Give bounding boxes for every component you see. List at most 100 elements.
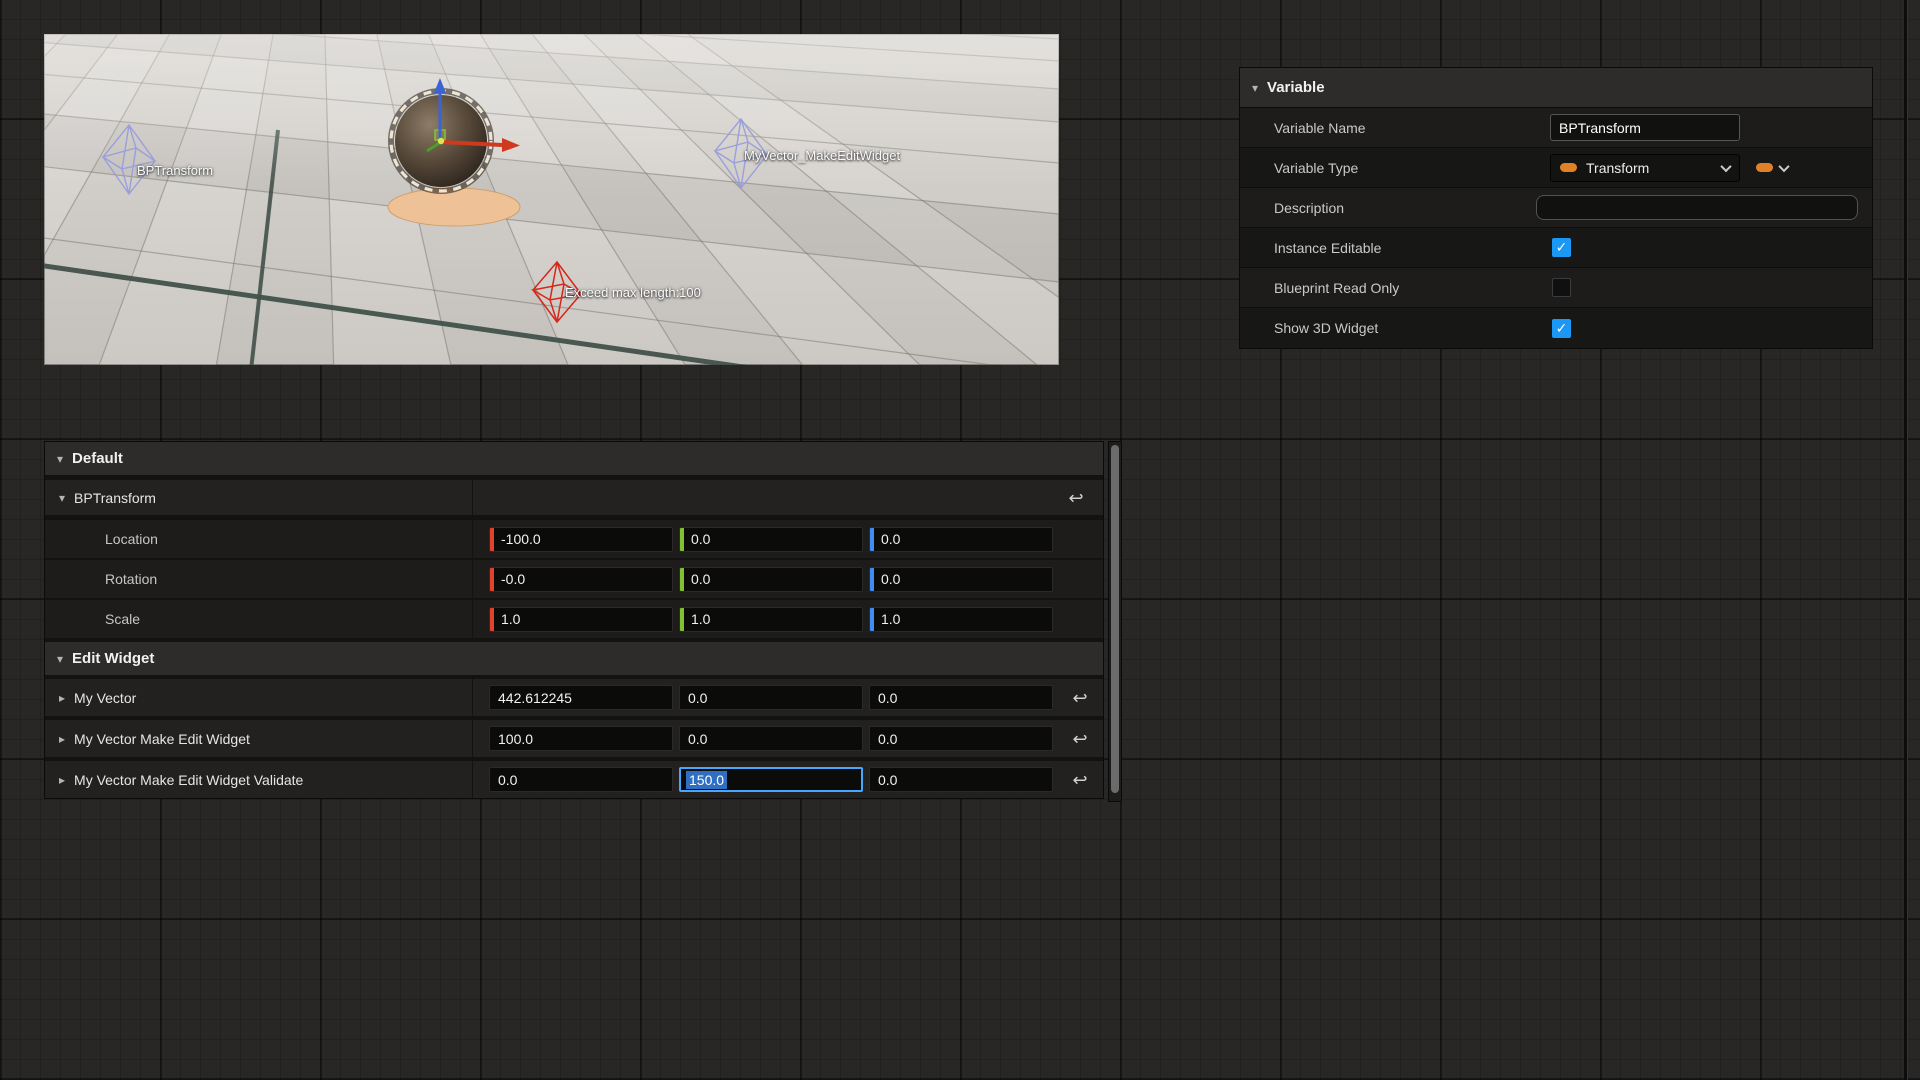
rotation-x-input[interactable]: -0.0 bbox=[489, 567, 673, 592]
location-z-value: 0.0 bbox=[881, 531, 900, 547]
variable-category-title: Variable bbox=[1267, 79, 1325, 96]
my-vector-row: ▸ My Vector 442.612245 0.0 0.0 ↩ bbox=[45, 679, 1103, 716]
exceed-max-length-label: Exceed max length:100 bbox=[565, 285, 701, 300]
chevron-down-icon bbox=[1720, 160, 1731, 171]
location-x-value: -100.0 bbox=[501, 531, 541, 547]
gizmo-center-dot bbox=[438, 138, 444, 144]
scale-y-input[interactable]: 1.0 bbox=[679, 607, 863, 632]
description-input[interactable] bbox=[1536, 195, 1858, 220]
myvector-3d-label: MyVector_MakeEditWidget bbox=[744, 148, 900, 163]
transform-type-pill-icon bbox=[1560, 163, 1577, 172]
scale-x-input[interactable]: 1.0 bbox=[489, 607, 673, 632]
location-row: Location -100.0 0.0 0.0 bbox=[45, 520, 1103, 558]
variable-name-label: Variable Name bbox=[1240, 120, 1550, 136]
my-vector-y-input[interactable]: 0.0 bbox=[679, 685, 863, 710]
expand-arrow-icon[interactable]: ▾ bbox=[59, 492, 65, 504]
instance-editable-checkbox[interactable]: ✓ bbox=[1552, 238, 1571, 257]
mvmew-z-input[interactable]: 0.0 bbox=[869, 726, 1053, 751]
bptransform-3d-label: BPTransform bbox=[137, 163, 213, 178]
axis-y-strip bbox=[680, 608, 684, 631]
variable-type-dropdown[interactable]: Transform bbox=[1550, 154, 1740, 182]
my-vector-make-edit-widget-row: ▸ My Vector Make Edit Widget 100.0 0.0 0… bbox=[45, 720, 1103, 757]
my-vector-label: My Vector bbox=[74, 690, 136, 706]
default-category-header[interactable]: ▾ Default bbox=[45, 442, 1103, 475]
collapse-arrow-icon: ▾ bbox=[57, 453, 63, 465]
scale-z-input[interactable]: 1.0 bbox=[869, 607, 1053, 632]
variable-name-value: BPTransform bbox=[1559, 120, 1641, 136]
rotation-y-value: 0.0 bbox=[691, 571, 710, 587]
mvmewv-x-value: 0.0 bbox=[490, 772, 517, 788]
bptransform-row-label: BPTransform bbox=[74, 490, 156, 506]
axis-x-strip bbox=[490, 568, 494, 591]
instance-editable-label: Instance Editable bbox=[1240, 240, 1550, 256]
axis-y-strip bbox=[680, 568, 684, 591]
mvmewv-y-input-focused[interactable]: 150.0 bbox=[679, 767, 863, 792]
edit-widget-category-title: Edit Widget bbox=[72, 650, 154, 667]
blueprint-read-only-label: Blueprint Read Only bbox=[1240, 280, 1550, 296]
scale-label: Scale bbox=[105, 611, 140, 627]
expand-arrow-icon[interactable]: ▸ bbox=[59, 692, 65, 704]
axis-z-strip bbox=[870, 608, 874, 631]
scale-x-value: 1.0 bbox=[501, 611, 520, 627]
container-type-dropdown[interactable] bbox=[1756, 163, 1788, 172]
viewport-preview[interactable]: BPTransform MyVector_MakeEditWidget Exce… bbox=[44, 34, 1059, 365]
mvmewv-x-input[interactable]: 0.0 bbox=[489, 767, 673, 792]
chevron-down-icon bbox=[1778, 160, 1789, 171]
defaults-panel: ▾ Default ▾ BPTransform ↩ Location -100.… bbox=[44, 441, 1104, 799]
variable-type-label: Variable Type bbox=[1240, 160, 1550, 176]
scrollbar-thumb[interactable] bbox=[1111, 445, 1119, 793]
location-y-value: 0.0 bbox=[691, 531, 710, 547]
expand-arrow-icon[interactable]: ▸ bbox=[59, 733, 65, 745]
panel-divider-highlight bbox=[1907, 0, 1908, 1080]
variable-category-header[interactable]: ▾ Variable bbox=[1240, 68, 1872, 108]
blueprint-read-only-row: Blueprint Read Only ✓ bbox=[1240, 268, 1872, 308]
mvmew-x-input[interactable]: 100.0 bbox=[489, 726, 673, 751]
bptransform-property-row: ▾ BPTransform ↩ bbox=[45, 480, 1103, 515]
my-vector-make-edit-widget-validate-row: ▸ My Vector Make Edit Widget Validate 0.… bbox=[45, 761, 1103, 798]
reset-to-default-icon[interactable]: ↩ bbox=[1072, 730, 1087, 748]
show-3d-widget-checkbox[interactable]: ✓ bbox=[1552, 319, 1571, 338]
blueprint-read-only-checkbox[interactable]: ✓ bbox=[1552, 278, 1571, 297]
rotation-row: Rotation -0.0 0.0 0.0 bbox=[45, 560, 1103, 598]
location-y-input[interactable]: 0.0 bbox=[679, 527, 863, 552]
mvmewv-z-input[interactable]: 0.0 bbox=[869, 767, 1053, 792]
reset-to-default-icon[interactable]: ↩ bbox=[1072, 689, 1087, 707]
edit-widget-category-header[interactable]: ▾ Edit Widget bbox=[45, 642, 1103, 675]
mvmew-y-value: 0.0 bbox=[680, 731, 707, 747]
my-vector-z-value: 0.0 bbox=[870, 690, 897, 706]
reset-to-default-icon[interactable]: ↩ bbox=[1072, 771, 1087, 789]
location-z-input[interactable]: 0.0 bbox=[869, 527, 1053, 552]
my-vector-make-edit-widget-validate-label: My Vector Make Edit Widget Validate bbox=[74, 772, 303, 788]
check-icon: ✓ bbox=[1556, 239, 1568, 256]
rotation-z-input[interactable]: 0.0 bbox=[869, 567, 1053, 592]
my-vector-x-value: 442.612245 bbox=[490, 690, 572, 706]
mvmew-z-value: 0.0 bbox=[870, 731, 897, 747]
variable-panel: ▾ Variable Variable Name BPTransform Var… bbox=[1239, 67, 1873, 349]
location-x-input[interactable]: -100.0 bbox=[489, 527, 673, 552]
mvmew-x-value: 100.0 bbox=[490, 731, 533, 747]
variable-name-input[interactable]: BPTransform bbox=[1550, 114, 1740, 141]
collapse-arrow-icon: ▾ bbox=[57, 653, 63, 665]
rotation-x-value: -0.0 bbox=[501, 571, 525, 587]
mvmew-y-input[interactable]: 0.0 bbox=[679, 726, 863, 751]
location-label: Location bbox=[105, 531, 158, 547]
my-vector-make-edit-widget-label: My Vector Make Edit Widget bbox=[74, 731, 250, 747]
instance-editable-row: Instance Editable ✓ bbox=[1240, 228, 1872, 268]
scale-row: Scale 1.0 1.0 1.0 bbox=[45, 600, 1103, 638]
default-category-title: Default bbox=[72, 450, 123, 467]
expand-arrow-icon[interactable]: ▸ bbox=[59, 774, 65, 786]
axis-z-strip bbox=[870, 528, 874, 551]
show-3d-widget-label: Show 3D Widget bbox=[1240, 320, 1550, 336]
show-3d-widget-row: Show 3D Widget ✓ bbox=[1240, 308, 1872, 348]
details-scrollbar[interactable] bbox=[1108, 441, 1122, 802]
rotation-y-input[interactable]: 0.0 bbox=[679, 567, 863, 592]
blueprint-editor-canvas: BPTransform MyVector_MakeEditWidget Exce… bbox=[0, 0, 1920, 1080]
my-vector-z-input[interactable]: 0.0 bbox=[869, 685, 1053, 710]
mvmewv-z-value: 0.0 bbox=[870, 772, 897, 788]
reset-to-default-icon[interactable]: ↩ bbox=[1068, 489, 1083, 507]
check-icon: ✓ bbox=[1556, 320, 1568, 337]
description-row: Description bbox=[1240, 188, 1872, 228]
viewport-3d-scene[interactable] bbox=[44, 34, 1059, 365]
my-vector-x-input[interactable]: 442.612245 bbox=[489, 685, 673, 710]
variable-name-row: Variable Name BPTransform bbox=[1240, 108, 1872, 148]
